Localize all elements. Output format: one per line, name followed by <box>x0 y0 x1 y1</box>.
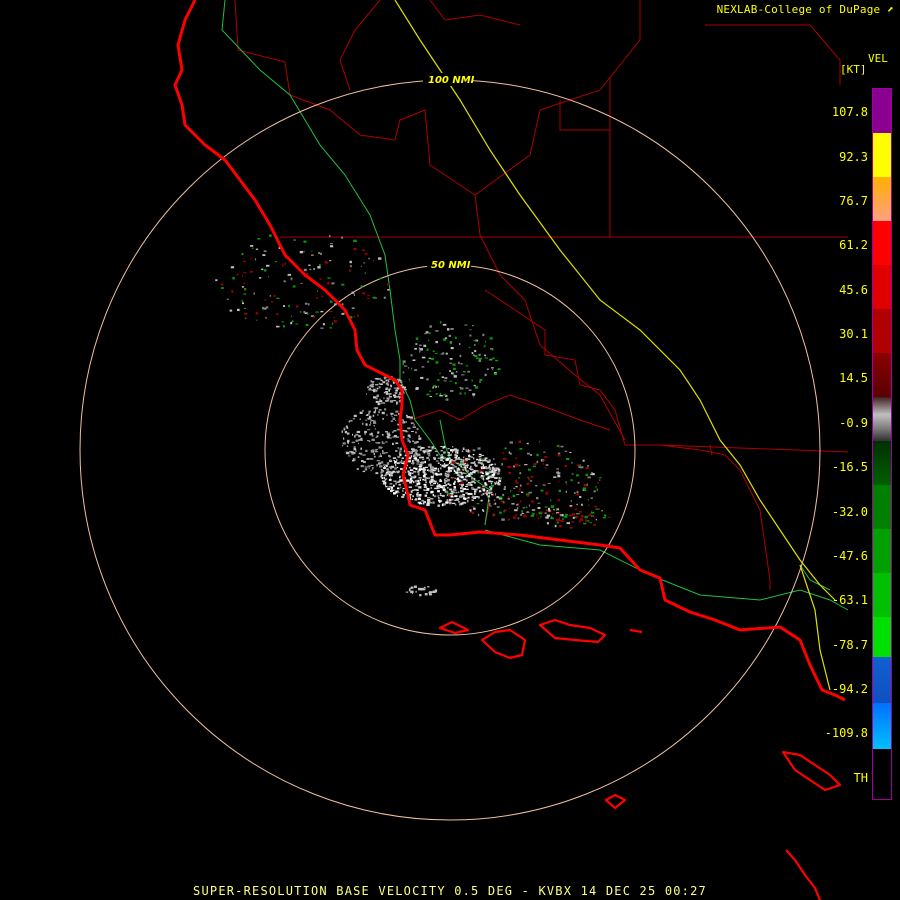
radar-map: 100 NMI 50 NMI <box>79 0 849 900</box>
scale-tick-label: -32.0 <box>831 505 868 519</box>
scale-tick-label: 107.8 <box>831 105 868 119</box>
velocity-color-scale <box>872 88 892 800</box>
island-santa-barbara <box>604 793 627 810</box>
scale-tick-label: 61.2 <box>839 238 868 252</box>
scale-tick-label: TH <box>853 771 868 785</box>
scale-tick-label: -16.5 <box>831 460 868 474</box>
scale-tick-label: 14.5 <box>839 371 868 385</box>
scale-tick-label: -78.7 <box>831 638 868 652</box>
radar-echoes <box>215 234 611 597</box>
island-santa-cruz <box>538 618 607 644</box>
ring-label-100: 100 NMI <box>428 75 475 86</box>
island-catalina <box>781 750 842 792</box>
highway <box>394 0 836 691</box>
scale-tick-label: 92.3 <box>839 150 868 164</box>
county-boundaries <box>234 0 849 590</box>
island-santa-rosa <box>480 628 527 660</box>
logo-icon: ⬈ <box>887 3 894 16</box>
coastline <box>173 0 846 702</box>
scale-tick-label: -0.9 <box>839 416 868 430</box>
island-san-miguel <box>438 620 470 635</box>
island-anacapa <box>629 628 643 634</box>
scale-tick-label: -94.2 <box>831 682 868 696</box>
scale-tick-label: 45.6 <box>839 283 868 297</box>
credit-label: NEXLAB-College of DuPage ⬈ <box>716 3 894 16</box>
roads <box>221 0 849 611</box>
scale-tick-label: -63.1 <box>831 593 868 607</box>
scale-tick-label: -109.8 <box>824 726 868 740</box>
scale-tick-label: -47.6 <box>831 549 868 563</box>
scale-tick-label: 30.1 <box>839 327 868 341</box>
unit-label: [KT] <box>840 63 867 76</box>
ring-label-50: 50 NMI <box>431 260 471 271</box>
product-label: VEL <box>868 52 888 65</box>
channel-islands <box>438 618 842 900</box>
product-footer: SUPER-RESOLUTION BASE VELOCITY 0.5 DEG -… <box>193 884 707 898</box>
scale-tick-label: 76.7 <box>839 194 868 208</box>
